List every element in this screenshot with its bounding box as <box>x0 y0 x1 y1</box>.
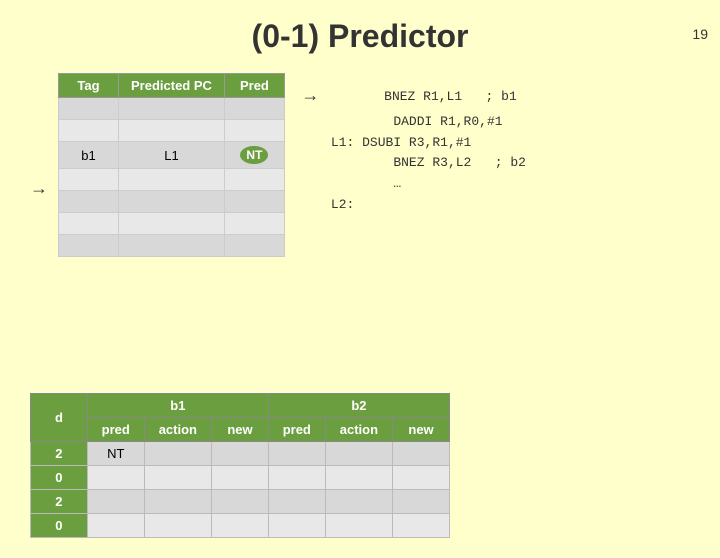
btb-cell-pred-1 <box>224 120 284 142</box>
bottom-table: d b1 b2 predactionnewpredactionnew 2NT02… <box>30 393 450 538</box>
bottom-row-0-b2-action <box>325 442 392 466</box>
code-text-1: DADDI R1,R0,#1 <box>331 112 503 133</box>
code-line-2: L1: DSUBI R3,R1,#1 <box>305 133 690 154</box>
bottom-row-1-d: 0 <box>31 466 88 490</box>
slide-title: (0-1) Predictor <box>0 18 720 55</box>
bottom-row-2-b2-new <box>393 490 450 514</box>
bottom-header-d: d <box>31 394 88 442</box>
bottom-row-3-d: 0 <box>31 514 88 538</box>
bottom-row-2-d: 2 <box>31 490 88 514</box>
bottom-row-1-b2-new <box>393 466 450 490</box>
code-arrow-0: → <box>305 83 316 112</box>
bottom-row-2-b1-new <box>212 490 269 514</box>
btb-section: → Tag Predicted PC Pred b1L1 NT <box>30 73 285 257</box>
btb-cell-pc-5 <box>119 213 225 235</box>
bottom-row-0-b1-action <box>144 442 211 466</box>
btb-cell-pc-6 <box>119 235 225 257</box>
btb-cell-pred-6 <box>224 235 284 257</box>
bottom-row-0-b1-new <box>212 442 269 466</box>
btb-cell-pc-0 <box>119 98 225 120</box>
bottom-row-3-b1-pred <box>87 514 144 538</box>
code-text-3: BNEZ R3,L2 ; b2 <box>331 153 526 174</box>
btb-header-pc: Predicted PC <box>119 74 225 98</box>
btb-row-arrow: → <box>30 178 48 199</box>
bottom-subheader-3: pred <box>268 418 325 442</box>
code-text-4: … <box>331 174 401 195</box>
code-text-5: L2: <box>331 195 354 216</box>
code-line-5: L2: <box>305 195 690 216</box>
btb-cell-pred-5 <box>224 213 284 235</box>
bottom-subheader-1: action <box>144 418 211 442</box>
bottom-row-3-b2-new <box>393 514 450 538</box>
btb-cell-pred-0 <box>224 98 284 120</box>
btb-cell-pred-2: NT <box>224 142 284 169</box>
bottom-row-0-b1-pred: NT <box>87 442 144 466</box>
bottom-header-b1: b1 <box>87 394 268 418</box>
btb-cell-pred-4 <box>224 191 284 213</box>
btb-header-tag: Tag <box>59 74 119 98</box>
bottom-row-1-b2-action <box>325 466 392 490</box>
bottom-subheader-4: action <box>325 418 392 442</box>
btb-table: Tag Predicted PC Pred b1L1 NT <box>58 73 285 257</box>
bottom-row-3-b2-pred <box>268 514 325 538</box>
btb-cell-pc-2: L1 <box>119 142 225 169</box>
slide-number: 19 <box>692 26 708 42</box>
bottom-row-1-b1-pred <box>87 466 144 490</box>
bottom-row-2-b1-action <box>144 490 211 514</box>
btb-cell-tag-5 <box>59 213 119 235</box>
btb-cell-pc-4 <box>119 191 225 213</box>
bottom-row-3-b1-new <box>212 514 269 538</box>
bottom-subheader-0: pred <box>87 418 144 442</box>
code-line-1: DADDI R1,R0,#1 <box>305 112 690 133</box>
bottom-subheader-2: new <box>212 418 269 442</box>
bottom-row-0-b2-new <box>393 442 450 466</box>
code-text-2: L1: DSUBI R3,R1,#1 <box>331 133 471 154</box>
btb-cell-pc-1 <box>119 120 225 142</box>
nt-badge: NT <box>240 146 268 164</box>
btb-cell-tag-0 <box>59 98 119 120</box>
bottom-row-3-b1-action <box>144 514 211 538</box>
bottom-row-0-d: 2 <box>31 442 88 466</box>
btb-cell-tag-1 <box>59 120 119 142</box>
code-line-0: → BNEZ R1,L1 ; b1 <box>305 83 690 112</box>
btb-wrapper: → Tag Predicted PC Pred b1L1 NT <box>30 73 285 257</box>
bottom-row-3-b2-action <box>325 514 392 538</box>
code-line-4: … <box>305 174 690 195</box>
btb-cell-tag-4 <box>59 191 119 213</box>
bottom-row-2-b2-action <box>325 490 392 514</box>
bottom-row-2-b1-pred <box>87 490 144 514</box>
btb-cell-tag-2: b1 <box>59 142 119 169</box>
btb-cell-tag-6 <box>59 235 119 257</box>
bottom-row-1-b1-new <box>212 466 269 490</box>
bottom-subheader-5: new <box>393 418 450 442</box>
btb-cell-tag-3 <box>59 169 119 191</box>
btb-cell-pred-3 <box>224 169 284 191</box>
btb-cell-pc-3 <box>119 169 225 191</box>
bottom-row-0-b2-pred <box>268 442 325 466</box>
btb-header-pred: Pred <box>224 74 284 98</box>
code-section: → BNEZ R1,L1 ; b1 DADDI R1,R0,#1 L1: DSU… <box>305 83 690 257</box>
code-text-0: BNEZ R1,L1 ; b1 <box>322 87 517 108</box>
bottom-row-1-b1-action <box>144 466 211 490</box>
bottom-row-2-b2-pred <box>268 490 325 514</box>
bottom-header-b2: b2 <box>268 394 449 418</box>
code-line-3: BNEZ R3,L2 ; b2 <box>305 153 690 174</box>
bottom-row-1-b2-pred <box>268 466 325 490</box>
bottom-section: d b1 b2 predactionnewpredactionnew 2NT02… <box>30 393 690 538</box>
